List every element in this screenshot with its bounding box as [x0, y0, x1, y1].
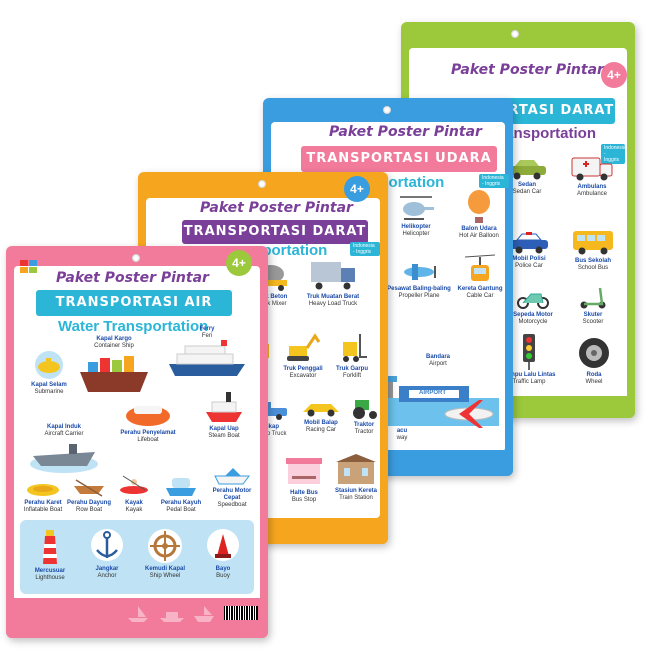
hanging-hole	[511, 30, 519, 38]
item-kayak: Kayak Kayak	[114, 472, 154, 514]
excavator-icon	[287, 333, 321, 361]
lighthouse-icon	[43, 530, 57, 564]
poster-title-banner: TRANSPORTASI AIR	[36, 290, 232, 316]
poster-title-banner: TRANSPORTASI UDARA	[301, 146, 497, 172]
item-helicopter: Helikopter Helicopter	[387, 194, 445, 238]
scooter-icon	[580, 287, 606, 309]
age-badge: 4+	[344, 176, 370, 202]
item-hot-air-balloon: Balon Udara Hot Air Balloon	[449, 190, 509, 240]
item-heavy-load-truck: Truk Muatan Berat Heavy Load Truck	[300, 260, 366, 308]
racing-car-icon	[303, 404, 339, 417]
hanging-hole	[383, 106, 391, 114]
hot-air-balloon-icon	[468, 190, 490, 223]
brand-title: Paket Poster Pintar	[56, 270, 209, 286]
ferry-icon	[169, 340, 245, 376]
cable-car-icon	[465, 254, 495, 281]
brand-title: Paket Poster Pintar	[200, 200, 353, 216]
barcode	[224, 606, 258, 620]
item-tractor: Traktor Tractor	[344, 394, 384, 436]
inflatable-boat-icon	[27, 484, 59, 496]
item-train-station: Stasiun Kereta Train Station	[328, 452, 384, 502]
item-scooter: Skuter Scooter	[563, 284, 623, 326]
bus-stop-icon	[286, 458, 322, 484]
item-school-bus: Bus Sekolah School Bus	[563, 228, 623, 272]
brand-title: Paket Poster Pintar	[329, 124, 482, 140]
school-bus-icon	[573, 231, 613, 255]
item-racing-car: Mobil Balap Racing Car	[296, 398, 346, 434]
item-lighthouse: Mercusuar Lighthouse	[26, 528, 74, 582]
ambulance-icon	[571, 157, 613, 181]
speedboat-icon	[214, 468, 250, 485]
item-forklift: Truk Garpu Forklift	[330, 332, 374, 380]
item-inflatable-boat: Perahu Karet Inflatable Boat	[20, 478, 66, 514]
helicopter-icon	[400, 196, 434, 220]
submarine-icon	[35, 351, 63, 379]
item-lifeboat: Perahu Penyelamat Lifeboat	[116, 396, 180, 444]
forklift-icon	[343, 334, 367, 362]
ship-wheel-icon	[148, 529, 182, 563]
item-buoy: Bayo Buoy	[200, 528, 246, 580]
item-ship-wheel: Kemudi Kapal Ship Wheel	[140, 528, 190, 580]
pedal-boat-icon	[166, 478, 196, 496]
boat-silhouettes-icon	[128, 606, 214, 622]
language-tag: Indonesia - Inggris	[350, 242, 380, 256]
lifeboat-icon	[126, 406, 170, 426]
row-boat-icon	[74, 479, 104, 497]
item-anchor: Jangkar Anchor	[84, 528, 130, 580]
anchor-icon	[91, 529, 123, 561]
tractor-icon	[353, 400, 377, 419]
item-motorcycle: Sepeda Motor Motorcycle	[505, 284, 561, 326]
hanging-hole	[258, 180, 266, 188]
buoy-icon	[207, 529, 239, 561]
propeller-plane-icon	[404, 264, 436, 280]
item-speedboat: Perahu Motor Cepat Speedboat	[206, 464, 258, 509]
item-ambulance: Ambulans Ambulance	[561, 154, 623, 198]
item-runway: acu way	[396, 428, 408, 441]
container-ship-icon	[80, 356, 148, 392]
wheel-icon	[579, 338, 609, 368]
item-bus-stop: Halte Bus Bus Stop	[278, 454, 330, 504]
police-car-icon	[510, 232, 548, 254]
item-pedal-boat: Perahu Kayuh Pedal Boat	[158, 472, 204, 514]
heavy-load-truck-icon	[311, 262, 355, 290]
steam-boat-icon	[206, 392, 242, 422]
item-airport: Bandara Airport	[425, 354, 450, 367]
item-excavator: Truk Penggali Excavator	[278, 332, 328, 380]
train-station-icon	[336, 454, 376, 484]
item-submarine: Kapal Selam Submarine	[24, 350, 74, 396]
language-tag: Indonesia - Inggris	[479, 174, 509, 188]
motorcycle-icon	[517, 293, 549, 309]
item-row-boat: Perahu Dayung Row Boat	[66, 478, 112, 514]
age-badge: 4+	[226, 250, 252, 276]
item-container-ship: Kapal Kargo Container Ship	[78, 336, 150, 396]
item-wheel: Roda Wheel	[565, 336, 623, 386]
item-ferry: Ferry Feri	[162, 326, 252, 382]
traffic-lamp-icon	[523, 334, 535, 370]
item-propeller-plane: Pesawat Baling-baling Propeller Plane	[387, 258, 451, 300]
jet-plane-icon	[444, 400, 494, 428]
publisher-logo-icon	[20, 260, 37, 273]
kayak-icon	[120, 475, 148, 494]
poster-water-transportation-pink: Paket Poster Pintar 4+ TRANSPORTASI AIR …	[6, 246, 268, 638]
item-cable-car: Kereta Gantung Cable Car	[451, 254, 509, 300]
brand-title: Paket Poster Pintar	[451, 62, 604, 78]
hanging-hole	[132, 254, 140, 262]
item-aircraft-carrier: Kapal Induk Aircraft Carrier	[24, 424, 104, 476]
aircraft-carrier-icon	[30, 444, 98, 473]
poster-title-banner: TRANSPORTASI DARAT	[182, 220, 368, 244]
item-steam-boat: Kapal Uap Steam Boat	[196, 390, 252, 440]
age-badge: 4+	[601, 62, 627, 88]
